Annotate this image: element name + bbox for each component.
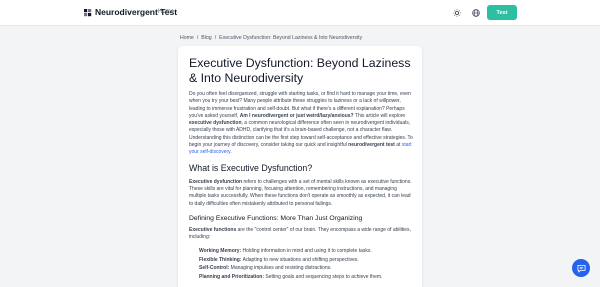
theme-toggle-button[interactable] [451, 7, 463, 19]
nav-home-link[interactable]: Home [158, 8, 174, 17]
breadcrumb-separator: / [214, 35, 217, 41]
definition-paragraph: Executive dysfunction refers to challeng… [189, 178, 412, 207]
list-item: Planning and Prioritization: Setting goa… [199, 273, 383, 280]
section-heading: What is Executive Dysfunction? [189, 162, 313, 173]
functions-paragraph: Executive functions are the "control cen… [189, 226, 411, 241]
subsection-heading: Defining Executive Functions: More Than … [189, 214, 363, 222]
breadcrumb-separator: / [196, 35, 199, 41]
breadcrumb-current: Executive Dysfunction: Beyond Laziness &… [219, 35, 363, 41]
breadcrumb-blog[interactable]: Blog [201, 34, 211, 42]
article-card: Executive Dysfunction: Beyond Laziness &… [178, 46, 422, 287]
chat-bubble-icon [576, 264, 586, 273]
breadcrumb: Home / Blog / Executive Dysfunction: Bey… [180, 34, 362, 42]
globe-icon [472, 9, 480, 17]
sun-icon [453, 9, 461, 17]
test-button[interactable]: Test [487, 5, 517, 20]
top-navigation-bar: Neurodivergent Test Home Test [0, 0, 600, 26]
article-content: Executive Dysfunction: Beyond Laziness &… [189, 56, 413, 281]
list-item: Working Memory: Holding information in m… [199, 248, 372, 255]
list-item: Self-Control: Managing impulses and resi… [199, 265, 332, 272]
list-item: Flexible Thinking: Adapting to new situa… [199, 256, 359, 263]
article-title: Executive Dysfunction: Beyond Laziness &… [189, 56, 411, 85]
intro-paragraph: Do you often feel disorganized, struggle… [189, 91, 413, 156]
brain-logo-icon [84, 8, 92, 16]
breadcrumb-home[interactable]: Home [180, 34, 194, 42]
executive-functions-list: Working Memory: Holding information in m… [189, 247, 413, 281]
chat-button[interactable] [572, 259, 590, 277]
language-button[interactable] [470, 7, 482, 19]
